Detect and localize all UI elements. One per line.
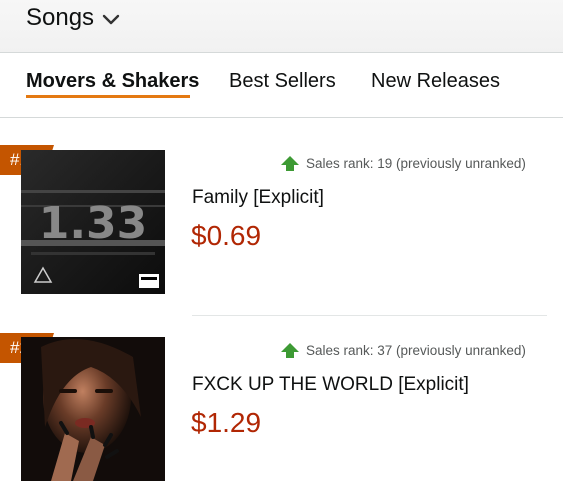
song-title[interactable]: FXCK UP THE WORLD [Explicit] [192, 374, 469, 396]
active-tab-underline [26, 95, 190, 98]
tab-best-sellers[interactable]: Best Sellers [229, 70, 336, 93]
up-arrow-icon [281, 156, 299, 171]
category-dropdown[interactable]: Songs [26, 4, 120, 32]
sales-rank: Sales rank: 19 (previously unranked) [281, 156, 526, 171]
list-item[interactable]: #1 1.33 Sales rank: 19 (previously unran… [0, 145, 563, 305]
svg-text:1.33: 1.33 [39, 198, 148, 249]
up-arrow-icon [281, 343, 299, 358]
header-bar: Songs [0, 0, 563, 53]
category-title: Songs [26, 4, 95, 31]
song-price: $0.69 [191, 220, 262, 251]
song-title[interactable]: Family [Explicit] [192, 187, 324, 209]
album-art-image: 1.33 [21, 150, 165, 294]
sales-rank-text: Sales rank: 37 (previously unranked) [306, 343, 526, 358]
tab-bar: Movers & Shakers Best Sellers New Releas… [0, 54, 563, 118]
sales-rank-text: Sales rank: 19 (previously unranked) [306, 156, 526, 171]
tab-new-releases[interactable]: New Releases [371, 70, 500, 93]
sales-rank: Sales rank: 37 (previously unranked) [281, 343, 526, 358]
album-cover[interactable]: 1.33 [21, 150, 165, 294]
album-art-image [21, 337, 165, 481]
album-cover[interactable] [21, 337, 165, 481]
song-price: $1.29 [191, 407, 262, 438]
tab-movers-shakers[interactable]: Movers & Shakers [26, 70, 199, 93]
chevron-down-icon [102, 14, 120, 25]
list-item[interactable]: #2 Sales rank: 37 (previously unranked) … [0, 333, 563, 493]
item-divider [192, 315, 547, 316]
